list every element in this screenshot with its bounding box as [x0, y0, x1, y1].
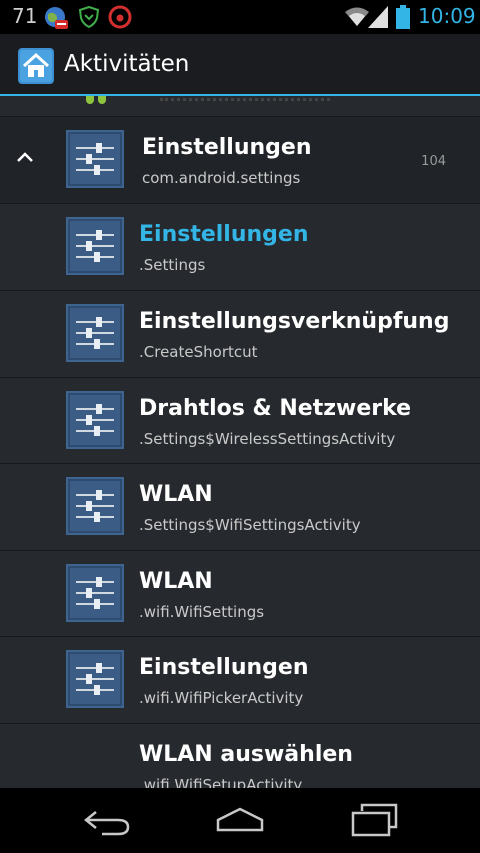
settings-icon — [66, 304, 124, 362]
globe-off-icon — [44, 6, 68, 30]
list-item-title: Einstellungsverknüpfung — [139, 309, 450, 334]
notification-count: 71 — [12, 4, 38, 28]
settings-icon — [66, 217, 124, 275]
settings-icon — [66, 564, 124, 622]
shield-icon — [78, 5, 100, 29]
list-item-title: Einstellungen — [139, 222, 309, 247]
list-item-subtitle: .Settings$WifiSettingsActivity — [139, 516, 361, 534]
signal-icon — [368, 6, 388, 28]
list-item[interactable]: Einstellungsverknüpfung .CreateShortcut — [0, 290, 480, 377]
back-icon[interactable] — [82, 806, 132, 836]
android-icon — [86, 96, 94, 104]
list-item-subtitle: .wifi.WifiPickerActivity — [139, 689, 304, 707]
chevron-up-icon[interactable] — [14, 147, 36, 167]
list-item-title: Einstellungen — [139, 655, 309, 680]
list-item-subtitle: .Settings — [139, 256, 206, 274]
recent-apps-icon[interactable] — [350, 803, 400, 837]
list-item-title: WLAN — [139, 482, 213, 507]
list-item-title: Drahtlos & Netzwerke — [139, 396, 412, 421]
list-item-title: WLAN — [139, 569, 213, 594]
list-item[interactable]: WLAN auswählen .wifi.WifiSetupActivity — [0, 723, 480, 788]
status-bar: 71 10:09 — [0, 0, 480, 34]
activity-list[interactable]: Einstellungen com.android.settings 104 E… — [0, 96, 480, 788]
settings-icon — [66, 130, 124, 188]
clock: 10:09 — [418, 4, 476, 28]
settings-icon — [66, 391, 124, 449]
package-name: com.android.settings — [142, 169, 301, 187]
navigation-bar — [0, 788, 480, 853]
list-item-subtitle: .Settings$WirelessSettingsActivity — [139, 430, 396, 448]
battery-icon — [396, 5, 410, 29]
home-nav-icon[interactable] — [214, 806, 266, 834]
list-item[interactable]: WLAN .Settings$WifiSettingsActivity — [0, 463, 480, 550]
vodafone-icon — [108, 5, 132, 29]
list-item[interactable]: WLAN .wifi.WifiSettings — [0, 550, 480, 637]
package-title: Einstellungen — [142, 135, 312, 160]
list-item-subtitle: .wifi.WifiSettings — [139, 603, 265, 621]
home-icon[interactable] — [18, 48, 54, 84]
wifi-icon — [344, 7, 370, 27]
settings-icon — [66, 650, 124, 708]
settings-icon — [66, 477, 124, 535]
list-item[interactable]: Einstellungen .Settings — [0, 203, 480, 290]
list-item-title: WLAN auswählen — [139, 742, 353, 767]
list-item[interactable]: Einstellungen .wifi.WifiPickerActivity — [0, 636, 480, 723]
partial-list-item — [0, 96, 480, 116]
list-item-subtitle: .CreateShortcut — [139, 343, 258, 361]
page-title: Aktivitäten — [64, 51, 190, 77]
action-bar: Aktivitäten — [0, 34, 480, 96]
list-item-subtitle: .wifi.WifiSetupActivity — [139, 776, 303, 788]
package-row[interactable]: Einstellungen com.android.settings 104 — [0, 116, 480, 203]
list-item[interactable]: Drahtlos & Netzwerke .Settings$WirelessS… — [0, 377, 480, 464]
activity-count: 104 — [421, 154, 446, 169]
